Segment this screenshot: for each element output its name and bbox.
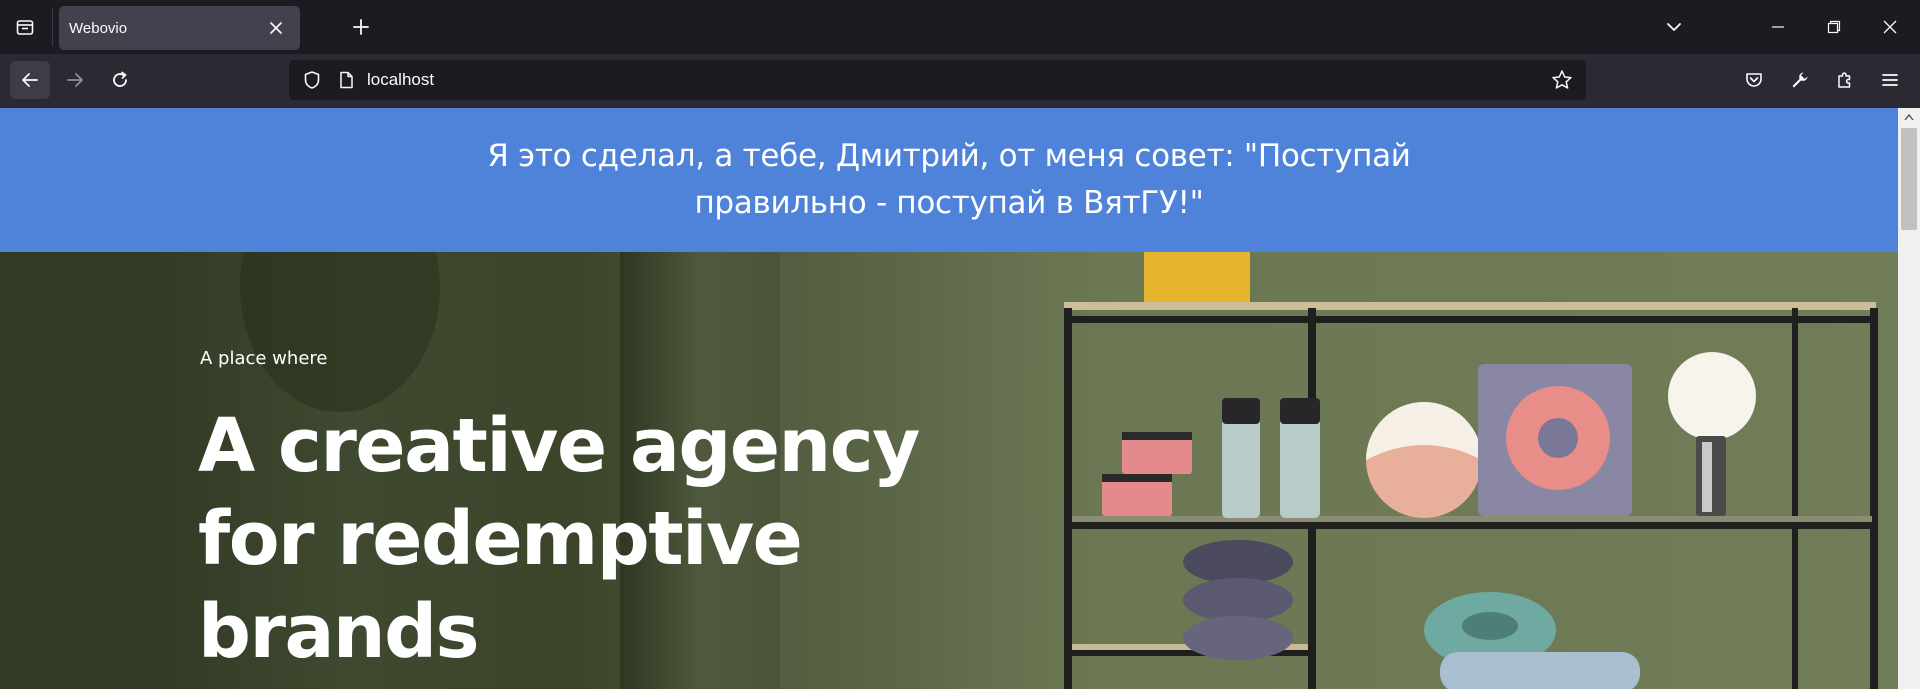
close-window-button[interactable] bbox=[1872, 10, 1908, 44]
hero-shelf-illustration bbox=[1064, 252, 1878, 689]
firefox-view-button[interactable] bbox=[8, 11, 42, 43]
tab-webovio[interactable]: Webovio bbox=[59, 6, 300, 50]
tab-close-button[interactable] bbox=[264, 16, 288, 40]
developer-tools-button[interactable] bbox=[1780, 61, 1820, 99]
tracking-protection-shield-icon[interactable] bbox=[295, 63, 329, 97]
close-window-icon bbox=[1883, 20, 1897, 34]
shelf-top-plank bbox=[1064, 302, 1876, 310]
shelf-rail bbox=[1064, 522, 1878, 529]
reload-icon bbox=[113, 71, 127, 87]
arrow-right-icon bbox=[67, 73, 83, 87]
shelf-rail bbox=[1064, 316, 1878, 323]
page-scrollbar[interactable] bbox=[1898, 108, 1920, 689]
forward-button[interactable] bbox=[55, 61, 95, 99]
extensions-button[interactable] bbox=[1825, 61, 1865, 99]
scroll-up-button[interactable] bbox=[1898, 108, 1920, 126]
minimize-button[interactable] bbox=[1760, 10, 1796, 44]
hero-kicker: A place where bbox=[200, 348, 328, 369]
puzzle-icon bbox=[1838, 72, 1851, 88]
hamburger-menu-icon bbox=[1882, 74, 1898, 86]
url-text[interactable]: localhost bbox=[367, 70, 1542, 90]
hero-section: A place where A creative agency for rede… bbox=[0, 252, 1898, 689]
notice-banner: Я это сделал, а тебе, Дмитрий, от меня с… bbox=[0, 108, 1898, 252]
close-icon bbox=[270, 22, 282, 34]
new-tab-button[interactable] bbox=[344, 11, 378, 43]
restore-button[interactable] bbox=[1816, 10, 1852, 44]
hero-title: A creative agency for redemptive brands bbox=[198, 403, 920, 675]
back-button[interactable] bbox=[10, 61, 50, 99]
scrollbar-thumb[interactable] bbox=[1901, 128, 1917, 230]
shelf-post bbox=[1870, 308, 1878, 689]
stacked-ring bbox=[1183, 578, 1293, 622]
shelf-post bbox=[1064, 308, 1072, 689]
list-all-tabs-button[interactable] bbox=[1656, 10, 1692, 44]
page-viewport: Я это сделал, а тебе, Дмитрий, от меня с… bbox=[0, 108, 1898, 689]
wrench-icon bbox=[1792, 72, 1808, 88]
bookmark-star-button[interactable] bbox=[1542, 63, 1582, 97]
tab-separator bbox=[52, 8, 53, 46]
lamp-globe bbox=[1668, 352, 1756, 440]
pocket-icon bbox=[1746, 73, 1762, 87]
star-icon bbox=[1552, 70, 1572, 89]
reload-button[interactable] bbox=[100, 61, 140, 99]
yellow-cube bbox=[1144, 252, 1250, 304]
chevron-down-icon bbox=[1667, 23, 1681, 31]
caret-up-icon bbox=[1904, 113, 1914, 121]
firefox-view-icon bbox=[16, 20, 34, 35]
shelf-middle-plank bbox=[1072, 516, 1872, 522]
stacked-ring bbox=[1183, 540, 1293, 584]
banner-text: Я это сделал, а тебе, Дмитрий, от меня с… bbox=[487, 138, 1411, 221]
minimize-icon bbox=[1772, 26, 1784, 28]
plus-icon bbox=[353, 19, 369, 35]
address-bar[interactable]: localhost bbox=[289, 60, 1586, 100]
restore-icon bbox=[1827, 20, 1841, 34]
pocket-button[interactable] bbox=[1734, 61, 1774, 99]
navigation-toolbar: localhost bbox=[0, 54, 1920, 108]
shelf-post bbox=[1792, 308, 1798, 689]
blue-cushion bbox=[1440, 652, 1640, 689]
arrow-left-icon bbox=[22, 73, 38, 87]
app-menu-button[interactable] bbox=[1870, 61, 1910, 99]
tab-title: Webovio bbox=[69, 19, 128, 37]
tab-strip: Webovio bbox=[0, 0, 1920, 54]
stacked-ring bbox=[1183, 616, 1293, 660]
page-icon[interactable] bbox=[329, 63, 363, 97]
